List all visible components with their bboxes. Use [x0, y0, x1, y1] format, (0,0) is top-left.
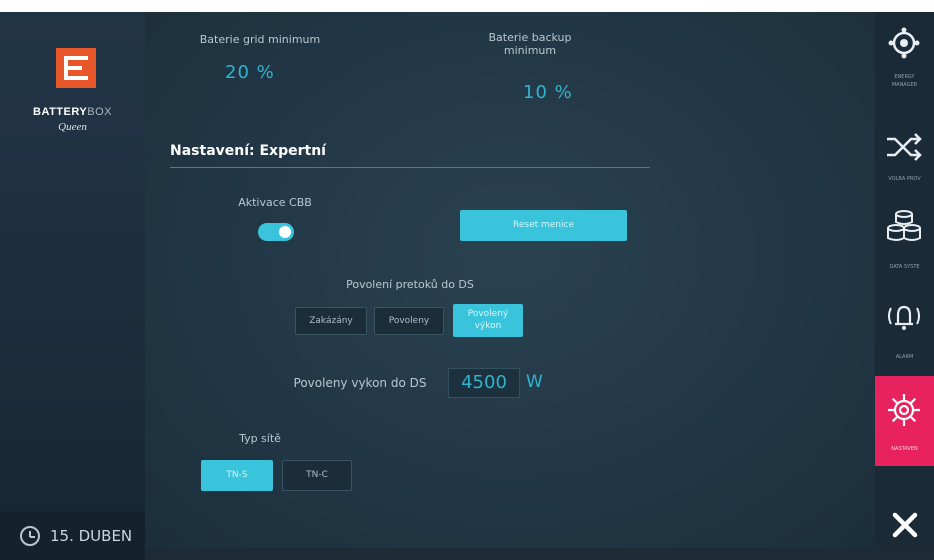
reset-inverter-button[interactable]: Reset menice [460, 210, 627, 241]
left-panel: BATTERYBOX Queen 15. DUBEN [0, 12, 145, 560]
power-limit-unit: W [526, 372, 543, 392]
close-icon [892, 512, 918, 538]
section-title: Nastavení: Expertní [170, 143, 326, 159]
nav-data-label: DATA SYSTE [889, 264, 920, 270]
brand-name: BATTERYBOX [33, 106, 112, 118]
grid-min-value[interactable]: 20 % [225, 62, 275, 83]
gear-icon [888, 394, 920, 426]
network-option-tnc[interactable]: TN-C [282, 460, 352, 491]
database-icon [887, 210, 921, 241]
brand-logo [56, 48, 96, 88]
nav-energy-label-2: MANAGER [891, 82, 918, 88]
cbb-label: Aktivace CBB [238, 196, 312, 209]
network-option-tns[interactable]: TN-S [201, 460, 273, 491]
nav-mode-label: VOLBA PROV [888, 176, 921, 182]
flow-option-disabled[interactable]: Zakázány [295, 307, 367, 335]
toggle-knob [279, 226, 291, 238]
energy-manager-icon [888, 27, 920, 59]
nav-alarm[interactable]: ALARM [875, 288, 934, 376]
right-nav: ENERGY MANAGER VOLBA PROV DATA SYSTE ALA… [875, 12, 934, 548]
grid-min-label: Baterie grid minimum [199, 33, 321, 46]
alarm-icon [888, 305, 920, 330]
power-limit-label: Povoleny vykon do DS [293, 376, 427, 390]
flow-option-power[interactable]: Povolený výkon [453, 304, 523, 337]
shuffle-icon [887, 133, 922, 161]
nav-data-system[interactable]: DATA SYSTE [875, 198, 934, 288]
clock-icon [20, 526, 40, 546]
nav-settings-label: NASTAVEN [891, 446, 918, 452]
nav-settings[interactable]: NASTAVEN [875, 376, 934, 466]
nav-mode-select[interactable]: VOLBA PROV [875, 110, 934, 198]
top-bar [0, 0, 934, 12]
brand-subtitle: Queen [58, 121, 87, 133]
nav-alarm-label: ALARM [895, 354, 914, 360]
settings-panel: Baterie grid minimum 20 % Baterie backup… [145, 12, 875, 548]
cbb-toggle[interactable] [258, 223, 294, 241]
network-type-label: Typ sítě [239, 432, 281, 445]
backup-min-value[interactable]: 10 % [523, 82, 573, 103]
power-limit-input[interactable]: 4500 [448, 368, 520, 398]
flow-label: Povolení pretoků do DS [346, 278, 474, 291]
backup-min-label: Baterie backup minimum [488, 31, 572, 57]
date-text: 15. DUBEN [50, 527, 133, 545]
flow-option-enabled[interactable]: Povoleny [374, 307, 444, 335]
nav-energy-manager[interactable]: ENERGY MANAGER [875, 12, 934, 110]
section-divider [170, 167, 650, 168]
nav-energy-label-1: ENERGY [894, 74, 915, 80]
close-button[interactable] [875, 466, 934, 548]
date-bar: 15. DUBEN [0, 512, 145, 560]
